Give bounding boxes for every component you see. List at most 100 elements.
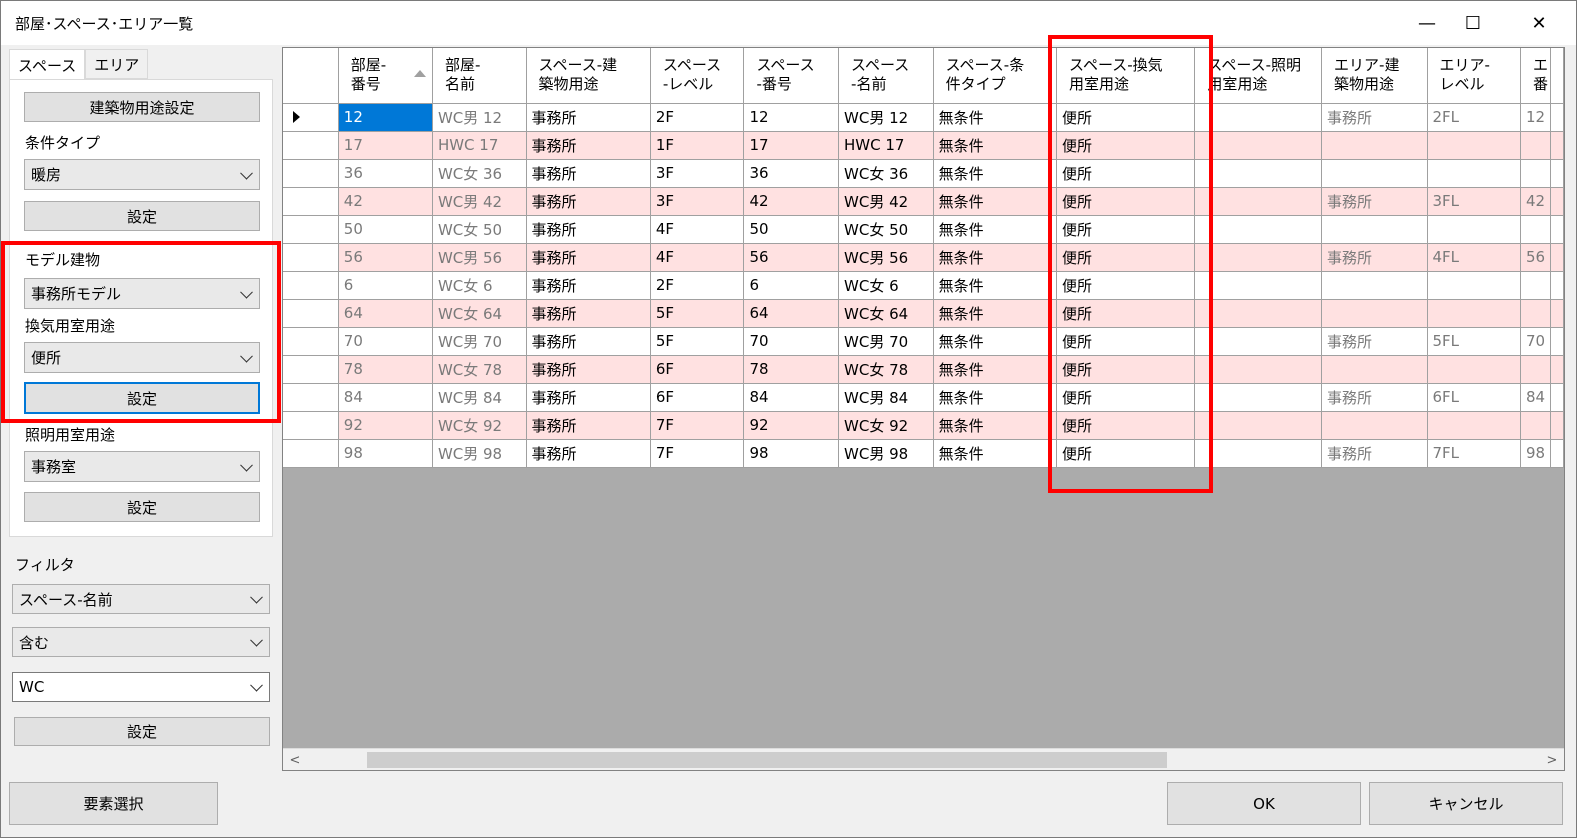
table-cell[interactable]: 5F <box>650 327 745 356</box>
table-cell[interactable]: 事務所 <box>526 159 651 188</box>
table-row[interactable]: 17 HWC 17 事務所 1F 17 HWC 17 無条件 便所 <box>283 131 1564 160</box>
table-cell[interactable] <box>1520 271 1552 300</box>
table-cell[interactable]: 42 <box>1520 187 1552 216</box>
table-cell[interactable]: 事務所 <box>526 355 651 384</box>
table-cell[interactable]: 事務所 <box>526 103 651 132</box>
row-header[interactable] <box>283 215 339 244</box>
row-header[interactable] <box>283 439 339 468</box>
table-cell[interactable]: 17 <box>743 131 840 160</box>
table-cell[interactable]: 50 <box>743 215 840 244</box>
table-cell[interactable]: WC男 98 <box>838 439 934 468</box>
row-header[interactable] <box>283 327 339 356</box>
table-cell[interactable]: 84 <box>338 383 433 412</box>
table-cell[interactable] <box>1194 271 1323 300</box>
table-cell[interactable]: 50 <box>338 215 433 244</box>
table-cell[interactable]: WC女 92 <box>432 411 527 440</box>
table-cell[interactable] <box>1194 299 1323 328</box>
table-cell[interactable]: 98 <box>743 439 840 468</box>
table-cell[interactable]: 便所 <box>1056 131 1196 160</box>
table-cell[interactable]: 17 <box>338 131 433 160</box>
table-cell[interactable]: 6F <box>650 383 745 412</box>
table-cell[interactable] <box>1194 131 1323 160</box>
table-cell[interactable]: WC男 12 <box>838 103 934 132</box>
table-cell[interactable]: 事務所 <box>526 411 651 440</box>
maximize-icon[interactable]: ☐ <box>1450 1 1496 45</box>
table-cell[interactable] <box>1427 159 1521 188</box>
table-cell[interactable]: WC女 64 <box>432 299 527 328</box>
scroll-thumb[interactable] <box>367 752 1167 768</box>
table-cell[interactable]: WC男 56 <box>432 243 527 272</box>
table-cell[interactable]: 12 <box>1520 103 1552 132</box>
table-cell[interactable] <box>1520 299 1552 328</box>
lighting-set-button[interactable]: 設定 <box>24 492 260 522</box>
table-cell[interactable]: 事務所 <box>526 299 651 328</box>
table-cell[interactable]: 無条件 <box>933 271 1058 300</box>
table-row[interactable]: 78 WC女 78 事務所 6F 78 WC女 78 無条件 便所 <box>283 355 1564 384</box>
table-cell[interactable]: 36 <box>743 159 840 188</box>
table-cell[interactable]: 便所 <box>1056 243 1196 272</box>
table-cell[interactable] <box>1427 355 1521 384</box>
table-cell[interactable]: 84 <box>743 383 840 412</box>
row-header[interactable] <box>283 383 339 412</box>
table-cell[interactable]: 7F <box>650 411 745 440</box>
table-cell[interactable] <box>1520 215 1552 244</box>
filter-field-select[interactable]: スペース-名前 <box>12 584 270 614</box>
table-cell[interactable]: 無条件 <box>933 327 1058 356</box>
table-cell[interactable]: 42 <box>338 187 433 216</box>
table-cell[interactable]: 事務所 <box>526 271 651 300</box>
table-cell[interactable]: 無条件 <box>933 299 1058 328</box>
table-cell[interactable]: 6F <box>650 355 745 384</box>
building-use-settings-button[interactable]: 建築物用途設定 <box>24 92 260 122</box>
table-cell[interactable] <box>1194 187 1323 216</box>
column-header[interactable]: スペース -番号 <box>743 48 840 104</box>
table-cell[interactable] <box>1194 327 1323 356</box>
table-cell[interactable] <box>1427 215 1521 244</box>
column-header[interactable]: エリア-建 築物用途 <box>1321 48 1428 104</box>
table-cell[interactable]: 12 <box>338 103 433 132</box>
cancel-button[interactable]: キャンセル <box>1369 782 1563 825</box>
table-cell[interactable]: 事務所 <box>1321 383 1428 412</box>
table-cell[interactable]: 無条件 <box>933 215 1058 244</box>
table-cell[interactable]: 78 <box>338 355 433 384</box>
table-cell[interactable]: 無条件 <box>933 103 1058 132</box>
filter-operator-select[interactable]: 含む <box>12 627 270 657</box>
table-cell[interactable]: 3F <box>650 159 745 188</box>
table-cell[interactable]: WC女 36 <box>432 159 527 188</box>
table-cell[interactable] <box>1520 355 1552 384</box>
table-cell[interactable]: 70 <box>338 327 433 356</box>
close-icon[interactable]: ✕ <box>1516 1 1562 45</box>
table-cell[interactable]: 3FL <box>1427 187 1521 216</box>
table-cell[interactable]: 事務所 <box>526 327 651 356</box>
tab-space[interactable]: スペース <box>9 49 86 80</box>
table-cell[interactable]: HWC 17 <box>432 131 527 160</box>
table-cell[interactable] <box>1321 411 1428 440</box>
table-cell[interactable]: 便所 <box>1056 103 1196 132</box>
column-header[interactable]: スペース -レベル <box>650 48 745 104</box>
table-cell[interactable]: 64 <box>743 299 840 328</box>
table-cell[interactable]: 98 <box>1520 439 1552 468</box>
table-cell[interactable]: WC男 84 <box>432 383 527 412</box>
scroll-left-icon[interactable]: < <box>285 749 305 770</box>
table-cell[interactable]: 無条件 <box>933 383 1058 412</box>
table-row[interactable]: 64 WC女 64 事務所 5F 64 WC女 64 無条件 便所 <box>283 299 1564 328</box>
column-header[interactable]: 部屋- 名前 <box>432 48 527 104</box>
table-cell[interactable]: WC男 70 <box>838 327 934 356</box>
table-cell[interactable]: 84 <box>1520 383 1552 412</box>
ventilation-set-button[interactable]: 設定 <box>24 382 260 414</box>
table-cell[interactable]: 事務所 <box>1321 439 1428 468</box>
column-header[interactable]: スペース-条 件タイプ <box>933 48 1058 104</box>
table-cell[interactable]: 事務所 <box>1321 187 1428 216</box>
horizontal-scrollbar[interactable]: < > <box>283 748 1564 770</box>
table-cell[interactable]: WC女 6 <box>838 271 934 300</box>
table-cell[interactable] <box>1427 271 1521 300</box>
data-grid[interactable]: 部屋- 番号 部屋- 名前 スペース-建 築物用途 スペース -レベル スペース -番号 スペース -… <box>282 47 1565 771</box>
column-header[interactable]: 部屋- 番号 <box>338 48 433 104</box>
table-cell[interactable]: WC男 42 <box>838 187 934 216</box>
table-cell[interactable] <box>1427 299 1521 328</box>
table-cell[interactable] <box>1321 131 1428 160</box>
table-cell[interactable] <box>1194 439 1323 468</box>
table-cell[interactable]: 無条件 <box>933 159 1058 188</box>
table-cell[interactable]: WC女 50 <box>838 215 934 244</box>
table-cell[interactable]: 7F <box>650 439 745 468</box>
table-cell[interactable]: 便所 <box>1056 215 1196 244</box>
